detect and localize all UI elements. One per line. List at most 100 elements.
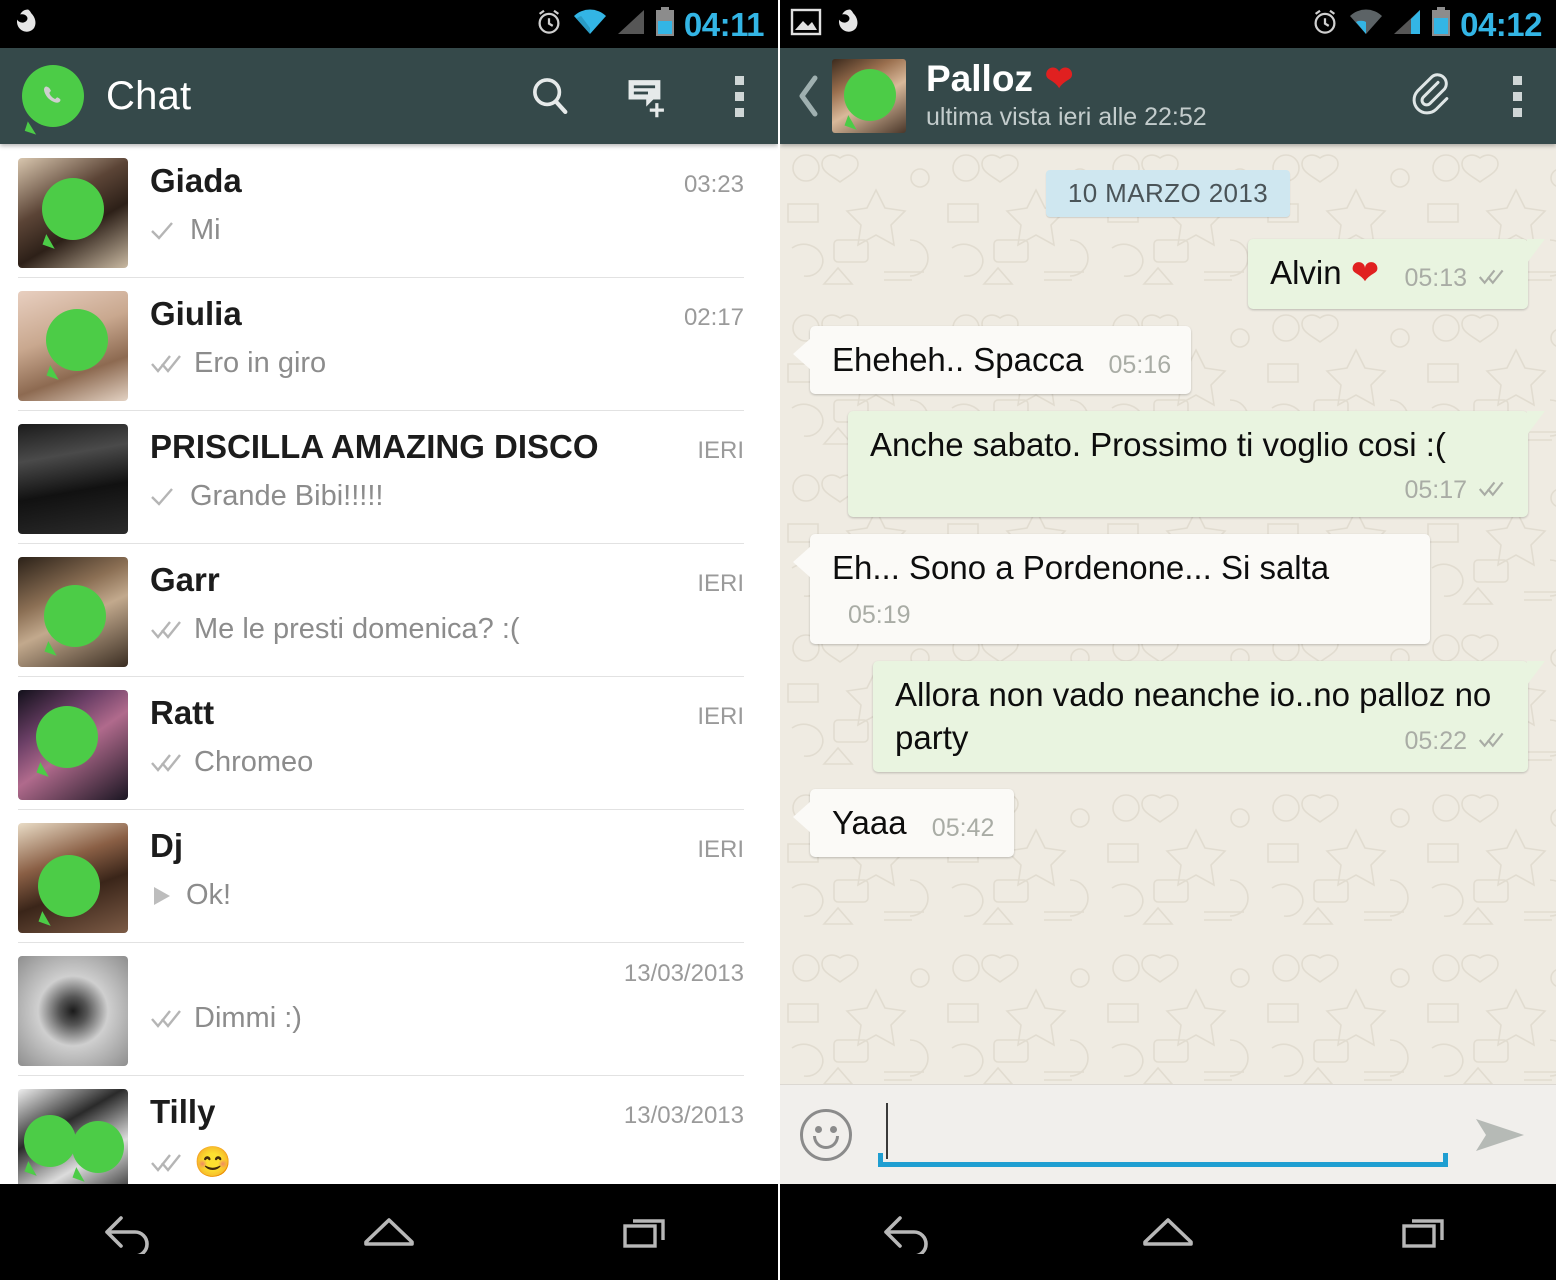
contact-name-text: Palloz	[926, 58, 1033, 100]
chat-name: Giulia	[150, 295, 242, 332]
double-check-icon	[150, 1008, 184, 1030]
chat-list-item[interactable]: Giulia 02:17 Ero in giro	[0, 277, 778, 410]
status-bar-system-icons: 04:12	[1310, 5, 1542, 43]
whatsapp-logo-icon	[38, 855, 100, 917]
home-icon[interactable]	[329, 1197, 449, 1267]
double-check-icon	[150, 1152, 184, 1174]
chat-list-item[interactable]: 13/03/2013 Dimmi :)	[0, 942, 778, 1075]
back-icon[interactable]	[70, 1197, 190, 1267]
avatar	[18, 956, 128, 1066]
message-meta: 05:13	[1404, 262, 1508, 294]
search-icon[interactable]	[527, 73, 573, 119]
status-bar-notifications	[790, 7, 862, 42]
double-check-icon	[150, 353, 184, 375]
chat-list-item[interactable]: Giada 03:23 Mi	[0, 144, 778, 277]
chat-list-item[interactable]: Garr IERI Me le presti domenica? :(	[0, 543, 778, 676]
back-icon[interactable]	[849, 1197, 969, 1267]
message-bubble[interactable]: Anche sabato. Prossimo ti voglio cosi :(…	[848, 410, 1545, 517]
text-caret	[886, 1102, 888, 1159]
chat-list-item[interactable]: Dj IERI Ok!	[0, 809, 778, 942]
chat-list-item-body: Giada 03:23 Mi	[150, 158, 744, 247]
status-bar-clock: 04:12	[1460, 5, 1542, 43]
dual-screenshot: 04:11 Chat Giada 03:23 Mi Giulia 02:17 E…	[0, 0, 1556, 1280]
double-check-icon	[1476, 262, 1508, 294]
recents-icon[interactable]	[1367, 1197, 1487, 1267]
avatar	[18, 158, 128, 268]
home-icon[interactable]	[1108, 1197, 1228, 1267]
attach-paperclip-icon[interactable]	[1411, 73, 1457, 119]
app-notification-icon	[10, 7, 40, 42]
message-row-outgoing: Alvin ❤ 05:13	[796, 239, 1545, 309]
chat-preview-message: Grande Bibi!!!!!	[190, 480, 384, 512]
avatar[interactable]	[832, 59, 906, 133]
chat-preview-message: Chromeo	[194, 746, 314, 778]
chat-list-item-body: Tilly 13/03/2013 😊	[150, 1089, 744, 1180]
date-divider: 10 MARZO 2013	[1045, 170, 1291, 217]
message-list[interactable]: 10 MARZO 2013 Alvin ❤ 05:13 Eheheh.. Spa…	[780, 144, 1556, 1084]
left-status-bar: 04:11	[0, 0, 778, 48]
message-meta: 05:16	[1109, 349, 1172, 381]
chat-list-item-body: PRISCILLA AMAZING DISCO IERI Grande Bibi…	[150, 424, 744, 513]
status-bar-system-icons: 04:11	[534, 5, 765, 43]
contact-name: Palloz ❤	[926, 58, 1207, 100]
message-row-incoming: Eheheh.. Spacca 05:16	[792, 325, 1540, 394]
double-check-icon	[1476, 725, 1508, 757]
message-bubble[interactable]: Eh... Sono a Pordenone... Si salta 05:19	[793, 533, 1430, 645]
overflow-menu-icon[interactable]	[1501, 75, 1534, 117]
message-row-outgoing: Anche sabato. Prossimo ti voglio cosi :(…	[796, 410, 1545, 517]
left-android-nav-bar	[0, 1184, 778, 1280]
alarm-icon	[1310, 7, 1340, 42]
chat-preview-message: Mi	[190, 214, 221, 246]
message-timestamp: 05:19	[848, 601, 911, 630]
message-timestamp: 05:42	[931, 813, 995, 842]
right-status-bar: 04:12	[780, 0, 1556, 48]
chat-preview-message: Ok!	[186, 879, 232, 911]
left-phone-chat-list: 04:11 Chat Giada 03:23 Mi Giulia 02:17 E…	[0, 0, 778, 1280]
chat-list-item[interactable]: Tilly 13/03/2013 😊	[0, 1075, 778, 1184]
back-chevron-icon[interactable]	[792, 73, 826, 119]
chat-list-item-body: Dj IERI Ok!	[150, 823, 744, 912]
whatsapp-logo-icon	[22, 65, 84, 127]
chat-timestamp: IERI	[697, 703, 744, 730]
message-bubble[interactable]: Yaaa 05:42	[792, 788, 1015, 858]
chat-name: Garr	[150, 561, 220, 598]
chat-name: PRISCILLA AMAZING DISCO	[150, 428, 599, 465]
chat-list-item-body: Ratt IERI Chromeo	[150, 690, 744, 779]
right-phone-conversation: 04:12 Palloz ❤ ultima vista ieri alle 22…	[778, 0, 1556, 1280]
message-meta: 05:17	[1404, 474, 1508, 506]
last-seen-status: ultima vista ieri alle 22:52	[926, 102, 1207, 131]
whatsapp-logo-icon	[36, 706, 98, 768]
chat-timestamp: 02:17	[683, 304, 744, 331]
avatar	[18, 557, 128, 667]
chat-timestamp: IERI	[697, 836, 744, 863]
conversation-title-block: Palloz ❤ ultima vista ieri alle 22:52	[926, 58, 1207, 132]
avatar	[18, 1089, 128, 1184]
message-bubble[interactable]: Eheheh.. Spacca 05:16	[792, 325, 1192, 394]
overflow-menu-icon[interactable]	[723, 75, 756, 117]
chat-name: Dj	[150, 827, 183, 864]
message-input-wrapper[interactable]	[878, 1097, 1448, 1173]
send-icon[interactable]	[1466, 1105, 1536, 1165]
message-bubble[interactable]: Allora non vado neanche io..no palloz no…	[873, 661, 1545, 772]
status-bar-clock: 04:11	[683, 5, 765, 43]
message-bubble[interactable]: Alvin ❤ 05:13	[1248, 239, 1545, 309]
avatar	[18, 690, 128, 800]
chat-name: Giada	[150, 162, 242, 199]
action-bar-buttons	[527, 73, 756, 119]
conversation-action-bar: Palloz ❤ ultima vista ieri alle 22:52	[780, 48, 1556, 144]
smiley-icon[interactable]	[800, 1108, 852, 1161]
message-timestamp: 05:13	[1404, 264, 1467, 292]
recents-icon[interactable]	[588, 1197, 708, 1267]
chat-preview-message: Dimmi :)	[194, 1002, 302, 1034]
message-meta: 05:22	[1404, 725, 1508, 757]
new-chat-icon[interactable]	[625, 73, 671, 119]
whatsapp-logo-icon	[46, 309, 108, 371]
chat-list-item-body: Garr IERI Me le presti domenica? :(	[150, 557, 744, 646]
chat-list[interactable]: Giada 03:23 Mi Giulia 02:17 Ero in giro …	[0, 144, 778, 1184]
chat-list-item[interactable]: Ratt IERI Chromeo	[0, 676, 778, 809]
avatar	[18, 424, 128, 534]
app-notification-icon	[832, 7, 862, 42]
message-meta: 05:19	[848, 599, 911, 631]
chat-list-item[interactable]: PRISCILLA AMAZING DISCO IERI Grande Bibi…	[0, 410, 778, 543]
wifi-icon	[1349, 8, 1383, 41]
